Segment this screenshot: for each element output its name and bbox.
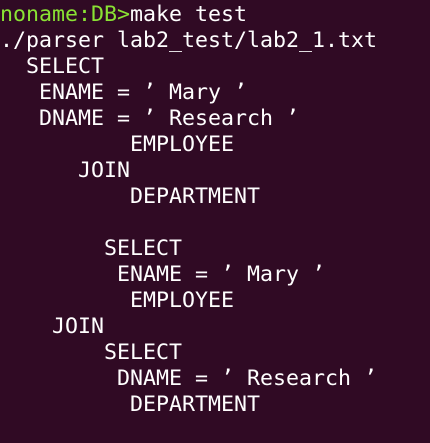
output-line-7: DEPARTMENT (0, 184, 261, 209)
entered-command: make test (130, 2, 248, 27)
output-line-12: JOIN (0, 314, 105, 339)
output-line-6: JOIN (0, 158, 131, 183)
output-line-5: EMPLOYEE (0, 132, 235, 157)
command-line: noname:DB>make test (0, 2, 247, 28)
shell-prompt: noname:DB> (0, 2, 131, 27)
output-line-14: DNAME = ’ Research ’ (0, 366, 378, 391)
output-line-2: SELECT (0, 54, 105, 79)
output-line-9: SELECT (0, 236, 183, 261)
output-line-13: SELECT (0, 340, 183, 365)
output-line-11: EMPLOYEE (0, 288, 235, 313)
output-line-4: DNAME = ’ Research ’ (0, 106, 300, 131)
output-line-1: ./parser lab2_test/lab2_1.txt (0, 28, 378, 53)
output-line-3: ENAME = ’ Mary ’ (0, 80, 248, 105)
output-line-10: ENAME = ’ Mary ’ (0, 262, 326, 287)
output-line-15: DEPARTMENT (0, 392, 261, 417)
terminal-window[interactable]: noname:DB>make test ./parser lab2_test/l… (0, 0, 430, 443)
